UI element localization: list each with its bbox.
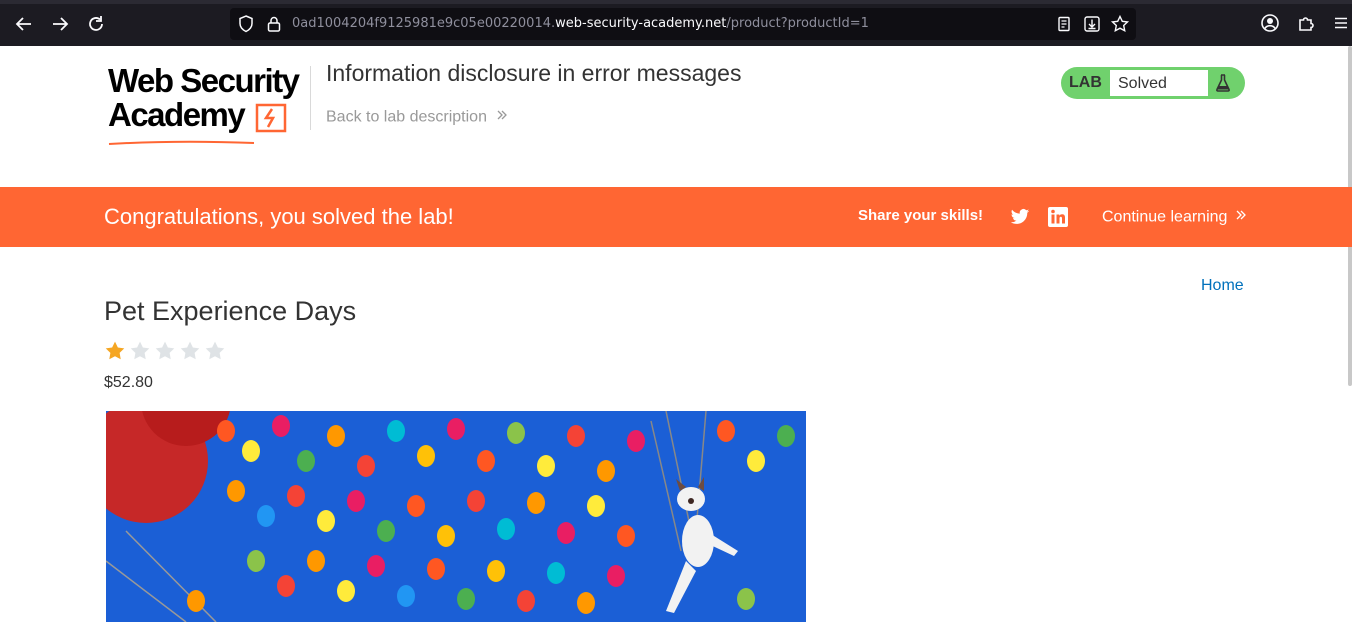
share-skills-label: Share your skills! <box>858 207 984 224</box>
bookmark-star-icon[interactable] <box>1110 14 1130 34</box>
lab-status-box: Solved <box>1109 69 1209 97</box>
home-link[interactable]: Home <box>1201 277 1244 295</box>
menu-icon[interactable] <box>1330 12 1352 34</box>
lab-status-text: Solved <box>1118 75 1167 92</box>
lock-icon[interactable] <box>264 14 284 34</box>
reload-icon[interactable] <box>85 13 107 35</box>
star-empty-icon <box>204 340 226 362</box>
product-title: Pet Experience Days <box>104 296 357 326</box>
linkedin-icon[interactable] <box>1048 207 1068 232</box>
double-chevron-right-icon <box>1234 208 1248 227</box>
forward-icon[interactable] <box>49 13 71 35</box>
url-subdomain: 0ad1004204f9125981e9c05e00220014. <box>292 16 556 31</box>
download-icon[interactable] <box>1082 14 1102 34</box>
tab-strip-edge <box>0 0 1352 4</box>
header-divider <box>310 66 311 130</box>
twitter-icon[interactable] <box>1010 207 1030 232</box>
banner-message: Congratulations, you solved the lab! <box>104 204 454 229</box>
continue-learning-link[interactable]: Continue learning <box>1102 208 1248 227</box>
lab-status-badge: LAB Solved <box>1061 67 1245 99</box>
lab-label: LAB <box>1069 74 1102 91</box>
logo-lightning-mark-icon <box>254 102 288 139</box>
lab-title: Information disclosure in error messages <box>326 60 742 86</box>
shield-icon[interactable] <box>236 14 256 34</box>
back-icon[interactable] <box>13 13 35 35</box>
continue-learning-label: Continue learning <box>1102 208 1228 226</box>
product-price: $52.80 <box>104 374 153 391</box>
web-security-academy-logo[interactable]: Web Security Academy <box>108 62 308 145</box>
browser-toolbar: 0ad1004204f9125981e9c05e00220014.web-sec… <box>0 0 1352 46</box>
star-empty-icon <box>154 340 176 362</box>
account-icon[interactable] <box>1259 12 1281 34</box>
back-to-lab-description-link[interactable]: Back to lab description <box>326 108 509 127</box>
back-link-label: Back to lab description <box>326 108 487 126</box>
flask-icon <box>1213 73 1233 98</box>
logo-underline <box>108 133 256 151</box>
reader-view-icon[interactable] <box>1054 14 1074 34</box>
url-host: web-security-academy.net <box>555 16 727 31</box>
star-filled-icon <box>104 340 126 362</box>
url-path: /product?productId=1 <box>726 16 869 31</box>
url-text[interactable]: 0ad1004204f9125981e9c05e00220014.web-sec… <box>292 16 869 31</box>
double-chevron-right-icon <box>495 108 509 127</box>
extensions-icon[interactable] <box>1295 12 1317 34</box>
star-empty-icon <box>129 340 151 362</box>
product-image <box>106 411 806 622</box>
star-empty-icon <box>179 340 201 362</box>
logo-line-2: Academy <box>108 96 246 133</box>
solved-banner: Congratulations, you solved the lab! Sha… <box>0 187 1352 247</box>
logo-line-1: Web Security <box>108 62 300 99</box>
address-bar[interactable]: 0ad1004204f9125981e9c05e00220014.web-sec… <box>230 8 1136 40</box>
